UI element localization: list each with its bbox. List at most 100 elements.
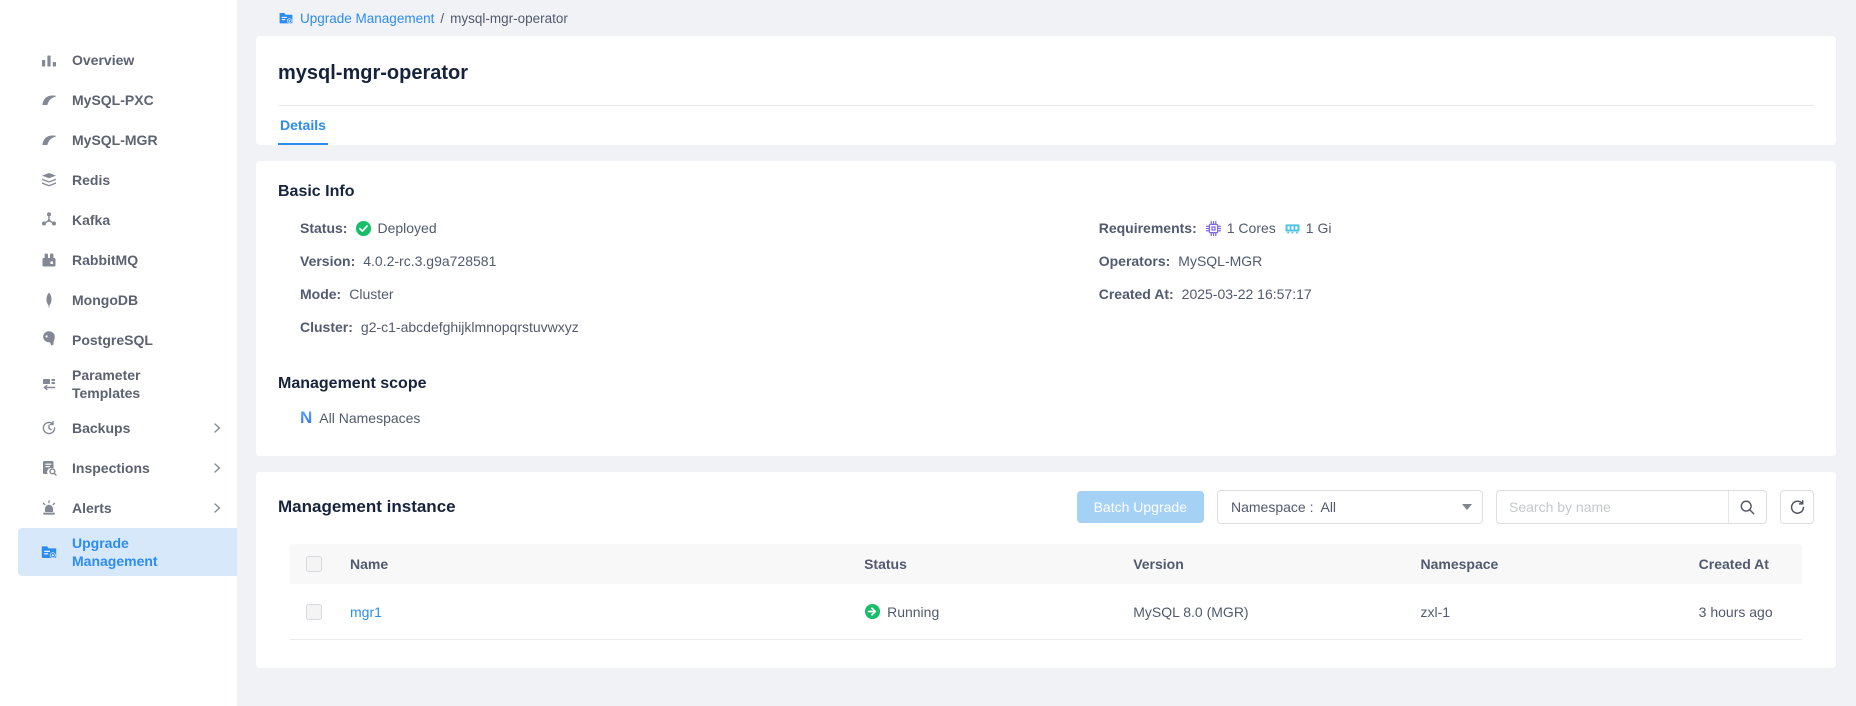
tab-details[interactable]: Details: [278, 106, 328, 145]
search-input[interactable]: [1497, 499, 1728, 515]
sidebar-item-label: Inspections: [72, 459, 150, 477]
sidebar-item-alerts[interactable]: Alerts: [0, 488, 237, 528]
chevron-down-icon: [1462, 504, 1472, 510]
version-value: 4.0.2-rc.3.g9a728581: [363, 253, 496, 269]
instance-version: MySQL 8.0 (MGR): [1121, 604, 1408, 620]
status-label: Status:: [300, 220, 347, 236]
search-icon[interactable]: [1728, 491, 1766, 523]
page-header-card: mysql-mgr-operator Details: [256, 36, 1836, 145]
sidebar-item-inspections[interactable]: Inspections: [0, 448, 237, 488]
sidebar-item-rabbitmq[interactable]: RabbitMQ: [0, 240, 237, 280]
kafka-icon: [40, 211, 58, 229]
cluster-value: g2-c1-abcdefghijklmnopqrstuvwxyz: [361, 319, 579, 335]
instance-created-at: 3 hours ago: [1687, 604, 1802, 620]
column-header-version: Version: [1121, 556, 1408, 572]
status-value: Deployed: [377, 220, 436, 236]
row-checkbox[interactable]: [306, 604, 322, 620]
basic-info-grid: Status: Deployed Version: 4.0.2-rc.3.g9a…: [278, 217, 1814, 349]
mode-value: Cluster: [349, 286, 393, 302]
status-row: Status: Deployed: [278, 217, 1077, 239]
sidebar-item-mongodb[interactable]: MongoDB: [0, 280, 237, 320]
mongodb-icon: [40, 291, 58, 309]
sidebar-item-backups[interactable]: Backups: [0, 408, 237, 448]
requirements-row: Requirements: 1 Cores 1 Gi: [1077, 217, 1814, 239]
page-title: mysql-mgr-operator: [278, 36, 1814, 106]
mode-row: Mode: Cluster: [278, 283, 1077, 305]
sidebar-item-kafka[interactable]: Kafka: [0, 200, 237, 240]
version-label: Version:: [300, 253, 355, 269]
cluster-label: Cluster:: [300, 319, 353, 335]
operators-label: Operators:: [1099, 253, 1171, 269]
requirements-memory-value: 1 Gi: [1306, 220, 1332, 236]
created-at-value: 2025-03-22 16:57:17: [1182, 286, 1312, 302]
memory-icon: [1284, 220, 1301, 237]
column-header-created-at: Created At: [1687, 556, 1802, 572]
sidebar-item-label: Backups: [72, 419, 130, 437]
tab-bar: Details: [278, 106, 1814, 145]
inspections-icon: [40, 459, 58, 477]
sidebar-item-label: MySQL-MGR: [72, 131, 158, 149]
sidebar-item-label: Parameter Templates: [72, 366, 190, 402]
rabbitmq-icon: [40, 251, 58, 269]
management-scope-heading: Management scope: [278, 375, 1814, 393]
sidebar-item-label: Upgrade Management: [72, 534, 190, 570]
sidebar-item-label: PostgreSQL: [72, 331, 153, 349]
mysql-icon: [40, 91, 58, 109]
batch-upgrade-button[interactable]: Batch Upgrade: [1077, 491, 1204, 523]
alerts-icon: [40, 499, 58, 517]
sidebar-item-mysql-pxc[interactable]: MySQL-PXC: [0, 80, 237, 120]
running-status-icon: [864, 603, 881, 620]
created-at-row: Created At: 2025-03-22 16:57:17: [1077, 283, 1814, 305]
sidebar: Overview MySQL-PXC MySQL-MGR Redis Kafka…: [0, 0, 237, 706]
cluster-row: Cluster: g2-c1-abcdefghijklmnopqrstuvwxy…: [278, 316, 1077, 338]
main-content: Upgrade Management / mysql-mgr-operator …: [237, 0, 1856, 686]
sidebar-item-overview[interactable]: Overview: [0, 40, 237, 80]
sidebar-item-mysql-mgr[interactable]: MySQL-MGR: [0, 120, 237, 160]
chevron-right-icon: [211, 422, 223, 434]
sidebar-item-label: Overview: [72, 51, 134, 69]
management-instance-header: Management instance Batch Upgrade Namesp…: [278, 490, 1814, 524]
deployed-check-icon: [355, 220, 372, 237]
backups-icon: [40, 419, 58, 437]
namespace-filter-label: Namespace :: [1231, 499, 1313, 515]
instance-controls: Batch Upgrade Namespace : All: [1077, 490, 1814, 524]
upgrade-management-icon: [278, 10, 294, 26]
select-all-checkbox[interactable]: [306, 556, 322, 572]
sidebar-item-redis[interactable]: Redis: [0, 160, 237, 200]
chevron-right-icon: [211, 462, 223, 474]
instance-namespace: zxl-1: [1408, 604, 1686, 620]
refresh-button[interactable]: [1780, 490, 1814, 524]
requirements-cpu-value: 1 Cores: [1227, 220, 1276, 236]
sidebar-item-label: Kafka: [72, 211, 110, 229]
sidebar-item-parameter-templates[interactable]: Parameter Templates: [0, 360, 237, 408]
parameter-templates-icon: [40, 375, 58, 393]
version-row: Version: 4.0.2-rc.3.g9a728581: [278, 250, 1077, 272]
namespace-letter-icon: N: [300, 409, 312, 426]
sidebar-item-label: MySQL-PXC: [72, 91, 154, 109]
basic-info-right-column: Requirements: 1 Cores 1 Gi Operators:: [1077, 217, 1814, 349]
column-header-name: Name: [338, 556, 852, 572]
redis-icon: [40, 171, 58, 189]
sidebar-item-label: Redis: [72, 171, 110, 189]
sidebar-item-upgrade-management[interactable]: Upgrade Management: [18, 528, 237, 576]
table-row: mgr1 Running MySQL 8.0 (MGR) zxl-1 3 hou…: [290, 584, 1802, 640]
breadcrumb-root-link[interactable]: Upgrade Management: [300, 11, 434, 26]
management-instance-heading: Management instance: [278, 497, 456, 517]
chevron-right-icon: [211, 502, 223, 514]
sidebar-item-label: Alerts: [72, 499, 112, 517]
namespace-filter-select[interactable]: Namespace : All: [1217, 490, 1483, 524]
instance-name-link[interactable]: mgr1: [350, 604, 382, 620]
cpu-icon: [1205, 220, 1222, 237]
column-header-namespace: Namespace: [1408, 556, 1686, 572]
operators-value: MySQL-MGR: [1178, 253, 1262, 269]
namespace-filter-value: All: [1320, 499, 1336, 515]
upgrade-management-icon: [40, 543, 58, 561]
basic-info-heading: Basic Info: [278, 183, 1814, 201]
mysql-icon: [40, 131, 58, 149]
sidebar-item-postgresql[interactable]: PostgreSQL: [0, 320, 237, 360]
basic-info-card: Basic Info Status: Deployed Version: 4.0…: [256, 161, 1836, 456]
search-box: [1496, 490, 1767, 524]
breadcrumb-current: mysql-mgr-operator: [450, 11, 568, 26]
instance-status: Running: [887, 604, 939, 620]
table-header-row: Name Status Version Namespace Created At: [290, 544, 1802, 584]
